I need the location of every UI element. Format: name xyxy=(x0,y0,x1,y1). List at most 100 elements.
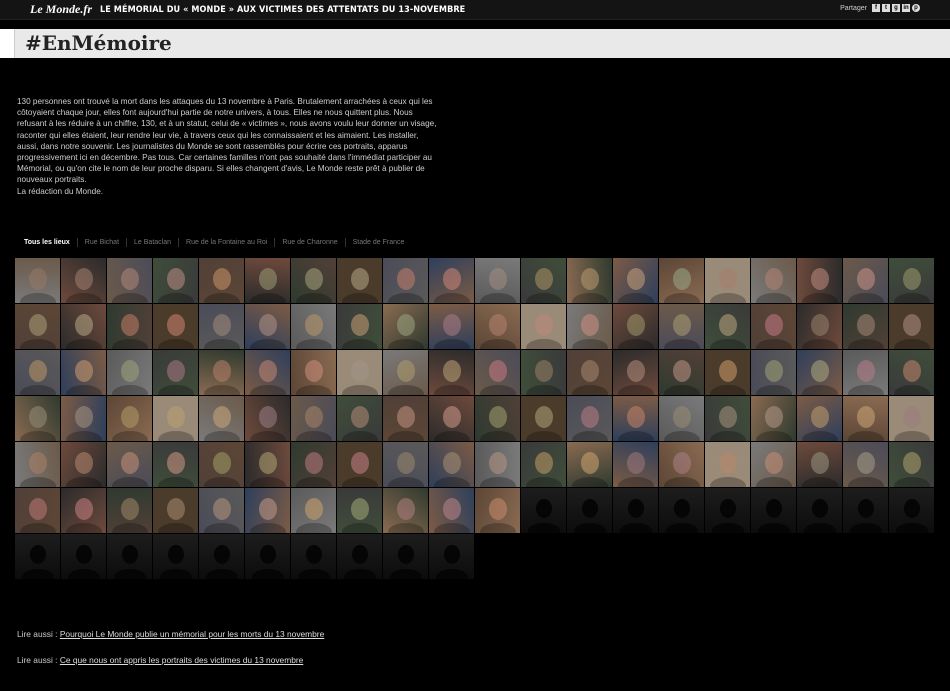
victim-portrait[interactable] xyxy=(15,396,60,441)
filter-tab[interactable]: Rue de la Fontaine au Roi xyxy=(178,238,274,247)
victim-portrait[interactable] xyxy=(475,488,520,533)
victim-portrait[interactable] xyxy=(659,304,704,349)
victim-portrait[interactable] xyxy=(659,442,704,487)
victim-portrait[interactable] xyxy=(429,442,474,487)
victim-portrait[interactable] xyxy=(889,396,934,441)
victim-portrait[interactable] xyxy=(383,258,428,303)
victim-placeholder[interactable] xyxy=(659,488,704,533)
victim-portrait[interactable] xyxy=(383,442,428,487)
victim-portrait[interactable] xyxy=(659,396,704,441)
victim-portrait[interactable] xyxy=(613,304,658,349)
victim-portrait[interactable] xyxy=(337,350,382,395)
victim-portrait[interactable] xyxy=(751,258,796,303)
victim-portrait[interactable] xyxy=(475,304,520,349)
victim-portrait[interactable] xyxy=(521,350,566,395)
victim-portrait[interactable] xyxy=(199,488,244,533)
victim-placeholder[interactable] xyxy=(521,488,566,533)
victim-portrait[interactable] xyxy=(291,304,336,349)
memorial-title[interactable]: LE MÉMORIAL DU « MONDE » AUX VICTIMES DE… xyxy=(100,5,465,15)
googleplus-icon[interactable]: g xyxy=(892,4,900,12)
victim-portrait[interactable] xyxy=(843,304,888,349)
victim-portrait[interactable] xyxy=(61,488,106,533)
victim-portrait[interactable] xyxy=(107,488,152,533)
victim-portrait[interactable] xyxy=(567,350,612,395)
victim-portrait[interactable] xyxy=(567,442,612,487)
victim-placeholder[interactable] xyxy=(199,534,244,579)
victim-portrait[interactable] xyxy=(107,350,152,395)
victim-portrait[interactable] xyxy=(291,258,336,303)
twitter-icon[interactable]: t xyxy=(882,4,890,12)
victim-portrait[interactable] xyxy=(429,396,474,441)
filter-tab[interactable]: Stade de France xyxy=(344,238,412,247)
victim-portrait[interactable] xyxy=(659,258,704,303)
victim-portrait[interactable] xyxy=(429,258,474,303)
victim-portrait[interactable] xyxy=(291,488,336,533)
victim-placeholder[interactable] xyxy=(889,488,934,533)
victim-portrait[interactable] xyxy=(153,396,198,441)
victim-portrait[interactable] xyxy=(291,396,336,441)
victim-portrait[interactable] xyxy=(61,396,106,441)
victim-placeholder[interactable] xyxy=(15,534,60,579)
filter-tab[interactable]: Tous les lieux xyxy=(24,238,77,247)
filter-tab[interactable]: Rue de Charonne xyxy=(274,238,344,247)
lire-aussi-link[interactable]: Pourquoi Le Monde publie un mémorial pou… xyxy=(60,629,324,639)
lire-aussi-link[interactable]: Ce que nous ont appris les portraits des… xyxy=(60,655,303,665)
victim-portrait[interactable] xyxy=(797,396,842,441)
victim-portrait[interactable] xyxy=(613,396,658,441)
victim-portrait[interactable] xyxy=(199,442,244,487)
victim-portrait[interactable] xyxy=(153,258,198,303)
victim-placeholder[interactable] xyxy=(107,534,152,579)
victim-portrait[interactable] xyxy=(15,488,60,533)
victim-placeholder[interactable] xyxy=(291,534,336,579)
victim-placeholder[interactable] xyxy=(337,534,382,579)
victim-portrait[interactable] xyxy=(797,304,842,349)
victim-portrait[interactable] xyxy=(797,258,842,303)
victim-portrait[interactable] xyxy=(337,488,382,533)
victim-portrait[interactable] xyxy=(889,258,934,303)
victim-portrait[interactable] xyxy=(705,350,750,395)
victim-portrait[interactable] xyxy=(15,304,60,349)
victim-portrait[interactable] xyxy=(15,258,60,303)
victim-portrait[interactable] xyxy=(383,396,428,441)
victim-placeholder[interactable] xyxy=(567,488,612,533)
victim-portrait[interactable] xyxy=(337,258,382,303)
victim-portrait[interactable] xyxy=(659,350,704,395)
victim-portrait[interactable] xyxy=(61,304,106,349)
victim-portrait[interactable] xyxy=(199,304,244,349)
victim-placeholder[interactable] xyxy=(61,534,106,579)
le-monde-logo[interactable]: Le Monde.fr xyxy=(30,2,92,17)
victim-portrait[interactable] xyxy=(153,350,198,395)
victim-portrait[interactable] xyxy=(291,442,336,487)
victim-portrait[interactable] xyxy=(613,350,658,395)
victim-portrait[interactable] xyxy=(475,350,520,395)
victim-portrait[interactable] xyxy=(383,304,428,349)
victim-portrait[interactable] xyxy=(475,396,520,441)
victim-placeholder[interactable] xyxy=(613,488,658,533)
victim-portrait[interactable] xyxy=(751,396,796,441)
victim-portrait[interactable] xyxy=(383,488,428,533)
victim-portrait[interactable] xyxy=(199,350,244,395)
victim-portrait[interactable] xyxy=(15,350,60,395)
victim-portrait[interactable] xyxy=(245,350,290,395)
victim-portrait[interactable] xyxy=(843,350,888,395)
victim-portrait[interactable] xyxy=(245,396,290,441)
victim-portrait[interactable] xyxy=(153,304,198,349)
victim-portrait[interactable] xyxy=(429,304,474,349)
victim-portrait[interactable] xyxy=(245,258,290,303)
victim-portrait[interactable] xyxy=(61,442,106,487)
victim-portrait[interactable] xyxy=(337,304,382,349)
victim-portrait[interactable] xyxy=(889,442,934,487)
facebook-icon[interactable]: f xyxy=(872,4,880,12)
filter-tab[interactable]: Rue Bichat xyxy=(76,238,126,247)
victim-placeholder[interactable] xyxy=(153,534,198,579)
victim-portrait[interactable] xyxy=(61,350,106,395)
victim-portrait[interactable] xyxy=(751,442,796,487)
victim-placeholder[interactable] xyxy=(429,534,474,579)
victim-portrait[interactable] xyxy=(613,442,658,487)
victim-portrait[interactable] xyxy=(245,488,290,533)
victim-portrait[interactable] xyxy=(705,258,750,303)
victim-portrait[interactable] xyxy=(521,396,566,441)
victim-placeholder[interactable] xyxy=(751,488,796,533)
victim-portrait[interactable] xyxy=(521,304,566,349)
victim-portrait[interactable] xyxy=(889,350,934,395)
